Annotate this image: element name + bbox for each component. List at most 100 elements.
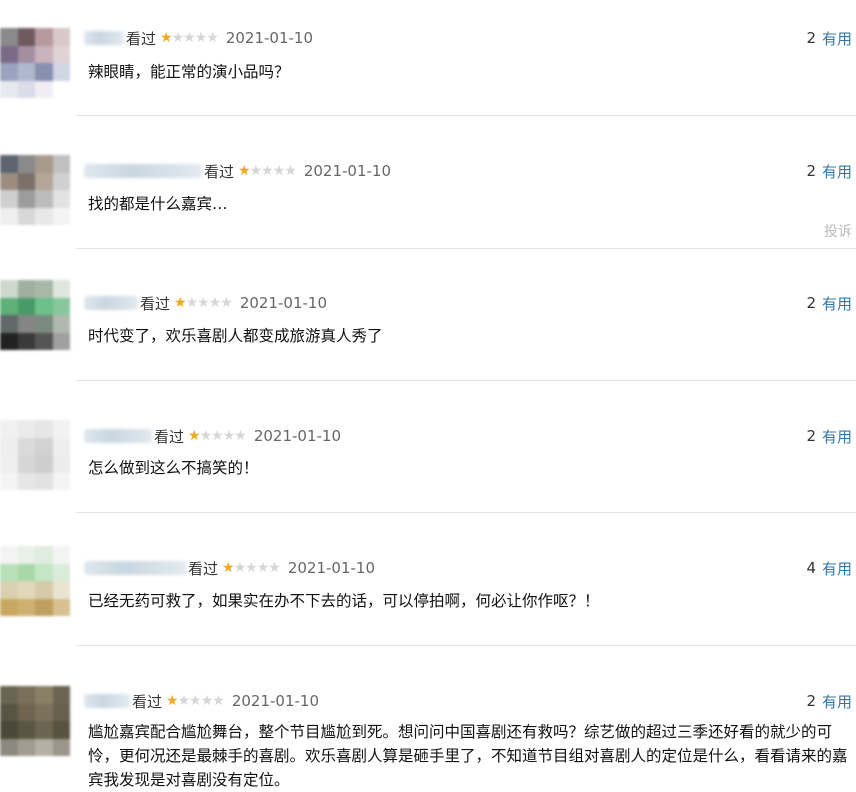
divider [76,248,856,249]
avatar-pixel [35,721,53,739]
report-link[interactable]: 投诉 [824,221,852,241]
rating-stars: ★ ★ ★ ★ ★ [174,295,233,311]
watch-status: 看过 [154,427,185,446]
avatar-pixel [52,455,70,473]
avatar-pixel [52,420,70,438]
star-icon: ★ [197,295,210,311]
star-icon: ★ [238,163,251,179]
avatar-pixel [0,703,18,721]
useful-button[interactable]: 有用 [822,558,852,579]
avatar-pixel [52,332,70,350]
avatar-pixel [17,80,35,98]
watch-status: 看过 [188,559,219,578]
star-icon: ★ [188,428,201,444]
user-name[interactable] [84,561,186,575]
useful-button[interactable]: 有用 [822,28,852,49]
watch-status: 看过 [126,29,157,48]
avatar-pixel [35,207,53,225]
vote-count: 2 [806,162,816,180]
avatar-pixel [0,420,18,438]
user-name[interactable] [84,694,130,708]
avatar[interactable] [0,155,70,225]
comment-date: 2021-01-10 [253,427,342,445]
star-icon: ★ [268,560,281,576]
avatar-pixel [17,45,35,63]
avatar[interactable] [0,686,70,756]
comment-date: 2021-01-10 [239,294,328,312]
avatar-pixel [52,28,70,46]
user-name[interactable] [84,296,138,310]
comment-text: 辣眼睛，能正常的演小品吗？ [88,63,290,81]
avatar-pixel [0,437,18,455]
avatar-pixel [52,155,70,173]
divider [76,380,856,381]
comment-text: 找的都是什么嘉宾… [88,195,228,213]
comment-date: 2021-01-10 [303,162,392,180]
avatar-pixel [0,280,18,298]
avatar-pixel [52,472,70,490]
avatar-pixel [35,332,53,350]
avatar-pixel [35,155,53,173]
user-name[interactable] [84,429,152,443]
avatar-pixel [0,63,18,81]
avatar-pixel [17,190,35,208]
avatar-pixel [35,437,53,455]
avatar-pixel [52,546,70,564]
comment-date: 2021-01-10 [231,692,320,710]
avatar-pixel [0,28,18,46]
comment-meta: 看过 ★ ★ ★ ★ ★ 2021-01-10 [84,27,313,49]
avatar-pixel [0,581,18,599]
avatar[interactable] [0,280,70,350]
watch-status: 看过 [132,692,163,711]
avatar-pixel [0,80,18,98]
avatar-pixel [0,472,18,490]
star-icon: ★ [166,693,179,709]
avatar[interactable] [0,28,70,98]
avatar-pixel [35,297,53,315]
comment-text: 已经无药可救了，如果实在办不下去的话，可以停拍啊，何必让你作呕？！ [88,592,600,610]
avatar-pixel [35,686,53,704]
avatar-pixel [52,721,70,739]
comment-text: 怎么做到这么不搞笑的！ [88,459,259,477]
comment-meta: 看过 ★ ★ ★ ★ ★ 2021-01-10 [84,690,319,712]
star-icon: ★ [208,295,222,311]
avatar-pixel [35,703,53,721]
avatar-pixel [52,315,70,333]
useful-vote: 2 有用 [806,292,852,314]
avatar[interactable] [0,420,70,490]
avatar-pixel [17,563,35,581]
avatar-pixel [35,280,53,298]
divider [76,645,856,646]
avatar[interactable] [0,546,70,616]
useful-button[interactable]: 有用 [822,161,852,182]
avatar-pixel [0,45,18,63]
avatar-pixel [17,207,35,225]
user-name[interactable] [84,31,124,45]
star-icon: ★ [272,163,286,179]
vote-count: 2 [806,29,816,47]
star-icon: ★ [199,428,213,444]
avatar-pixel [52,45,70,63]
avatar-pixel [35,420,53,438]
useful-button[interactable]: 有用 [822,691,852,712]
divider [76,512,856,513]
avatar-pixel [52,738,70,756]
useful-button[interactable]: 有用 [822,293,852,314]
user-name[interactable] [84,164,202,178]
avatar-pixel [17,172,35,190]
vote-count: 2 [806,294,816,312]
star-icon: ★ [261,163,274,179]
avatar-pixel [35,315,53,333]
avatar-pixel [52,207,70,225]
watch-status: 看过 [204,162,235,181]
avatar-pixel [17,437,35,455]
avatar-pixel [52,686,70,704]
avatar-pixel [17,315,35,333]
useful-button[interactable]: 有用 [822,426,852,447]
star-icon: ★ [206,30,219,46]
comment-meta: 看过 ★ ★ ★ ★ ★ 2021-01-10 [84,425,341,447]
star-icon: ★ [160,30,173,46]
avatar-pixel [0,598,18,616]
avatar-pixel [35,190,53,208]
vote-count: 2 [806,427,816,445]
